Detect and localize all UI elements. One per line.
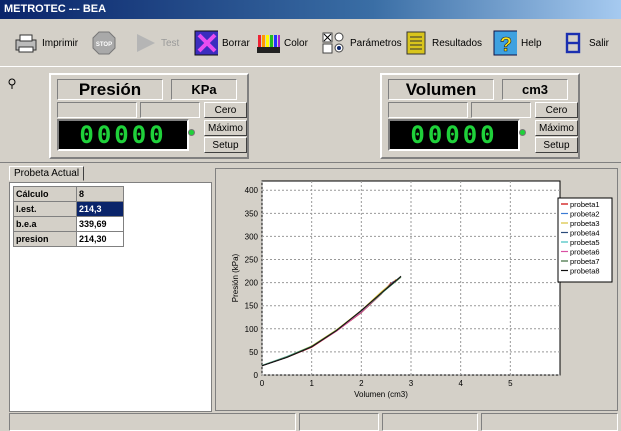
y-tick-label: 400 — [245, 186, 259, 195]
color-button[interactable]: Color — [256, 28, 308, 58]
test-button[interactable]: Test — [133, 28, 179, 58]
chart-panel: 0 1 2 3 4 5 0 50 100 150 200 250 300 350 400 Volumen (c… — [215, 168, 618, 411]
results-document-icon — [404, 31, 428, 55]
volume-led-icon — [519, 129, 526, 136]
x-tick-label: 3 — [409, 379, 414, 388]
legend-label-probeta8: probeta8 — [570, 267, 600, 276]
x-tick-label: 0 — [260, 379, 265, 388]
x-tick-label: 2 — [359, 379, 364, 388]
play-icon — [133, 31, 157, 55]
exit-door-icon — [561, 31, 585, 55]
window-title: METROTEC --- BEA — [4, 3, 107, 15]
volume-title: Volumen — [388, 79, 494, 100]
pressure-zero-button[interactable]: Cero — [204, 102, 247, 118]
table-row[interactable]: presion 214,30 — [13, 231, 124, 247]
stop-icon: STOP — [92, 31, 116, 55]
pressure-title: Presión — [57, 79, 163, 100]
toolbar: Imprimir STOP Test Borrar Color Parámetr… — [0, 20, 621, 67]
pressure-aux-field-2 — [140, 102, 200, 118]
legend-label-probeta2: probeta2 — [570, 210, 600, 219]
x-tick-label: 5 — [508, 379, 513, 388]
legend-label-probeta5: probeta5 — [570, 238, 600, 247]
pressure-volume-chart: 0 1 2 3 4 5050100150200250300350400Volumen (c… — [231, 180, 613, 399]
pressure-lcd-display: 00000 — [57, 119, 189, 151]
checkbox-radio-icon — [322, 31, 346, 55]
pressure-unit: KPa — [171, 79, 237, 100]
y-axis-label: Presión (kPa) — [231, 253, 240, 302]
results-grid-panel: Cálculo 8 l.est. 214,3 b.e.a 339,69 pres… — [9, 182, 212, 412]
legend-label-probeta4: probeta4 — [570, 229, 600, 238]
y-tick-label: 100 — [245, 325, 259, 334]
printer-icon — [14, 31, 38, 55]
window-title-bar: METROTEC --- BEA — [0, 0, 621, 19]
pressure-max-button[interactable]: Máximo — [204, 120, 247, 136]
status-pane-2 — [299, 413, 379, 431]
volume-panel: Volumen cm3 Cero 00000 Máximo Setup — [380, 73, 580, 159]
crayons-icon — [256, 31, 280, 55]
legend-label-probeta1: probeta1 — [570, 200, 600, 209]
volume-aux-field — [388, 102, 468, 118]
stop-icon-text: STOP — [96, 42, 112, 48]
legend-label-probeta7: probeta7 — [570, 257, 600, 266]
pressure-led-icon — [188, 129, 195, 136]
results-button[interactable]: Resultados — [404, 28, 482, 58]
table-row[interactable]: l.est. 214,3 — [13, 201, 124, 217]
exit-button[interactable]: Salir — [561, 28, 609, 58]
y-tick-label: 50 — [249, 348, 258, 357]
help-question-icon: ? — [493, 30, 517, 56]
legend-label-probeta3: probeta3 — [570, 219, 600, 228]
stop-button[interactable]: STOP — [92, 28, 116, 58]
volume-zero-button[interactable]: Cero — [535, 102, 578, 118]
volume-lcd-display: 00000 — [388, 119, 520, 151]
tab-probeta-actual[interactable]: Probeta Actual — [9, 166, 85, 181]
volume-aux-field-2 — [471, 102, 531, 118]
help-button[interactable]: ? Help — [493, 28, 542, 58]
volume-setup-button[interactable]: Setup — [535, 137, 578, 153]
results-table: Cálculo 8 l.est. 214,3 b.e.a 339,69 pres… — [13, 186, 124, 247]
bulb-icon — [8, 78, 16, 93]
pressure-aux-field — [57, 102, 137, 118]
y-tick-label: 200 — [245, 279, 259, 288]
erase-button[interactable]: Borrar — [194, 28, 250, 58]
status-pane-1 — [9, 413, 296, 431]
toolbar-separator — [0, 66, 621, 67]
parameters-button[interactable]: Parámetros — [322, 28, 402, 58]
x-tick-label: 1 — [309, 379, 314, 388]
pressure-panel: Presión KPa Cero 00000 Máximo Setup — [49, 73, 249, 159]
pressure-setup-button[interactable]: Setup — [204, 137, 247, 153]
table-row[interactable]: b.e.a 339,69 — [13, 216, 124, 232]
x-axis-label: Volumen (cm3) — [354, 390, 408, 399]
status-pane-3 — [382, 413, 478, 431]
legend-label-probeta6: probeta6 — [570, 248, 600, 257]
volume-unit: cm3 — [502, 79, 568, 100]
y-tick-label: 150 — [245, 302, 259, 311]
panel-divider — [0, 162, 621, 163]
selected-cell[interactable]: 214,3 — [76, 201, 124, 217]
x-tick-label: 4 — [458, 379, 463, 388]
table-row[interactable]: Cálculo 8 — [13, 186, 124, 202]
status-pane-4 — [481, 413, 618, 431]
erase-x-icon — [194, 30, 218, 56]
volume-max-button[interactable]: Máximo — [535, 120, 578, 136]
y-tick-label: 0 — [254, 371, 259, 380]
y-tick-label: 350 — [245, 209, 259, 218]
y-tick-label: 250 — [245, 256, 259, 265]
print-button[interactable]: Imprimir — [14, 28, 78, 58]
svg-text:?: ? — [500, 34, 512, 56]
y-tick-label: 300 — [245, 232, 259, 241]
